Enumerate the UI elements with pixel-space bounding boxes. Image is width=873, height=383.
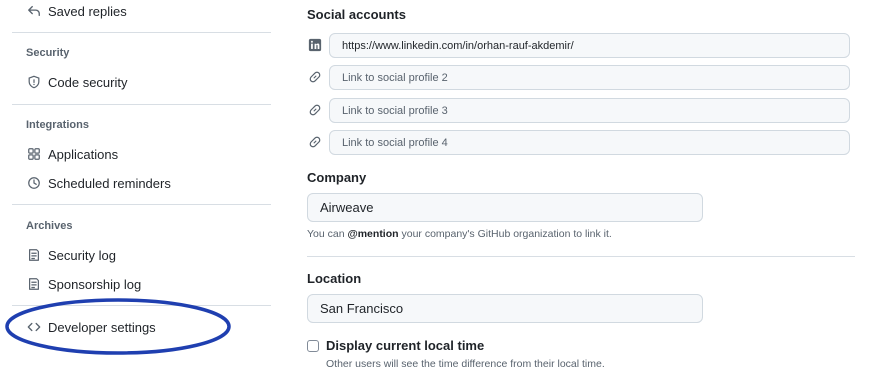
social-link-row	[307, 98, 850, 123]
sidebar-item-label: Security log	[48, 247, 116, 263]
log-icon	[26, 247, 42, 263]
sidebar-item-label: Applications	[48, 146, 119, 162]
social-link-row	[307, 33, 850, 58]
sidebar-item-saved-replies[interactable]: Saved replies	[26, 0, 127, 22]
company-note: You can @mention your company's GitHub o…	[307, 228, 612, 240]
mention-text: @mention	[347, 228, 399, 240]
section-heading-integrations: Integrations	[26, 119, 89, 131]
apps-grid-icon	[26, 146, 42, 162]
section-divider	[307, 256, 855, 257]
social-link-input-1[interactable]	[329, 33, 850, 58]
clock-icon	[26, 175, 42, 191]
display-local-time-note: Other users will see the time difference…	[326, 358, 605, 370]
sidebar-item-applications[interactable]: Applications	[26, 143, 118, 165]
settings-sidebar: Saved replies Security Code security Int…	[0, 0, 272, 383]
sidebar-item-label: Scheduled reminders	[48, 175, 171, 191]
social-link-input-4[interactable]	[329, 130, 850, 155]
display-local-time-label[interactable]: Display current local time	[326, 338, 484, 353]
social-link-row	[307, 65, 850, 90]
log-icon	[26, 276, 42, 292]
section-heading-archives: Archives	[26, 220, 73, 232]
profile-form: Social accounts Company You can @mention…	[307, 0, 867, 383]
sidebar-item-label: Sponsorship log	[48, 276, 142, 292]
link-icon	[307, 102, 323, 118]
social-accounts-heading: Social accounts	[307, 7, 406, 22]
company-heading: Company	[307, 170, 367, 185]
shield-icon	[26, 74, 42, 90]
link-icon	[307, 134, 323, 150]
sidebar-divider	[12, 32, 271, 33]
display-local-time-checkbox[interactable]	[307, 340, 319, 352]
sidebar-item-sponsorship-log[interactable]: Sponsorship log	[26, 273, 141, 295]
social-link-row	[307, 130, 850, 155]
sidebar-item-security-log[interactable]: Security log	[26, 244, 116, 266]
sidebar-item-label: Saved replies	[48, 3, 127, 19]
sidebar-divider	[12, 204, 271, 205]
sidebar-divider	[12, 104, 271, 105]
linkedin-icon	[307, 37, 323, 53]
section-heading-security: Security	[26, 47, 70, 59]
sidebar-item-scheduled-reminders[interactable]: Scheduled reminders	[26, 172, 171, 194]
location-heading: Location	[307, 271, 362, 286]
social-link-input-3[interactable]	[329, 98, 850, 123]
sidebar-item-code-security[interactable]: Code security	[26, 71, 127, 93]
annotation-ellipse	[5, 298, 231, 355]
sidebar-item-label: Code security	[48, 74, 128, 90]
reply-icon	[26, 3, 42, 19]
location-input[interactable]	[307, 294, 703, 323]
company-input[interactable]	[307, 193, 703, 222]
social-link-input-2[interactable]	[329, 65, 850, 90]
link-icon	[307, 69, 323, 85]
